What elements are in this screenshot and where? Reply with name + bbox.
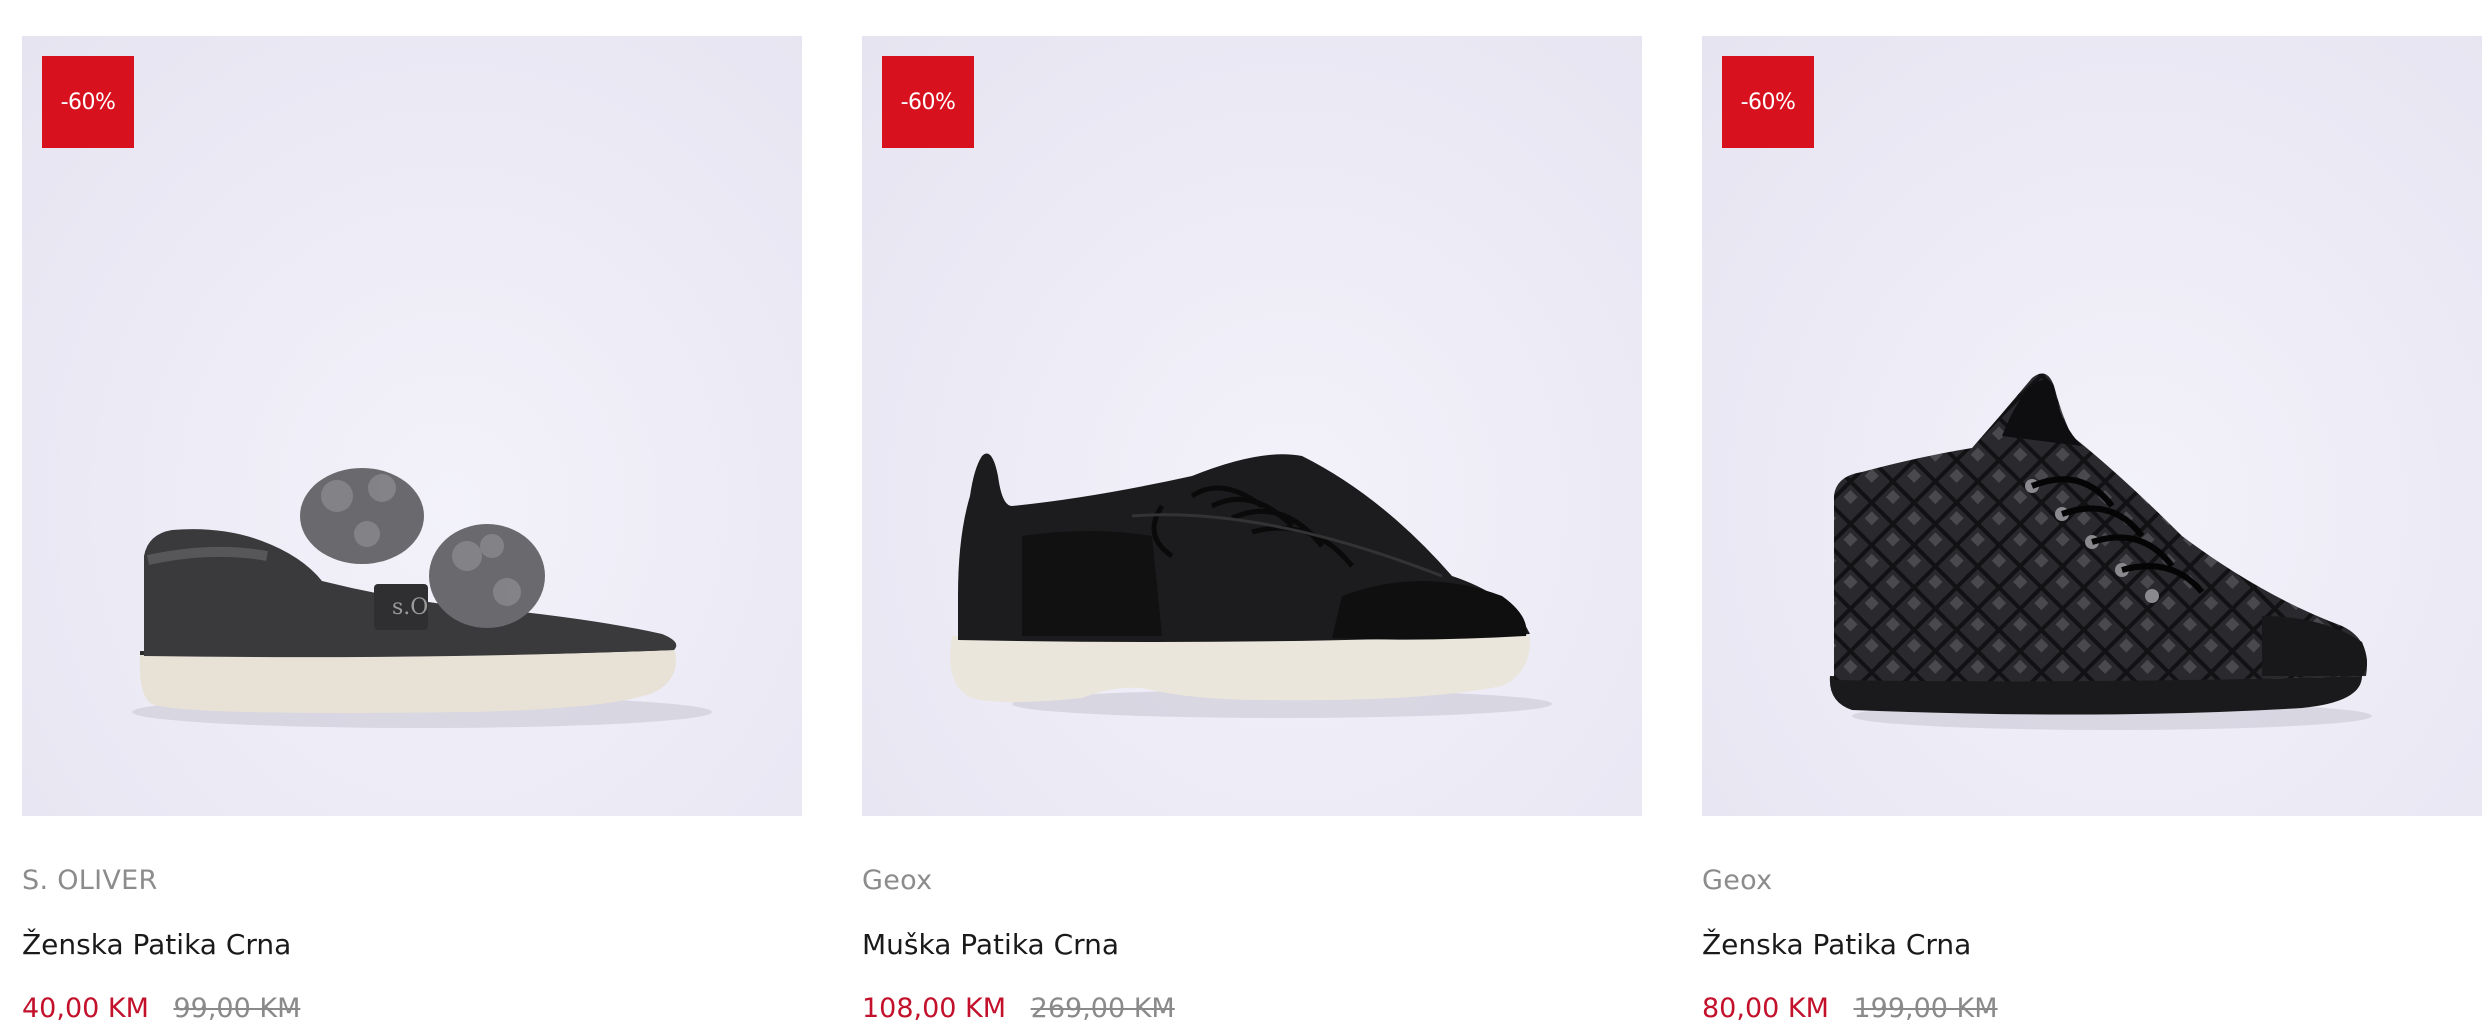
price-row: 108,00 KM 269,00 KM <box>862 992 1642 1026</box>
product-brand: S. OLIVER <box>22 865 158 896</box>
original-price: 199,00 KM <box>1853 993 1998 1024</box>
product-name[interactable]: Ženska Patika Crna <box>22 928 802 962</box>
sale-price: 40,00 KM <box>22 993 149 1024</box>
original-price: 269,00 KM <box>1030 993 1175 1024</box>
product-brand: Geox <box>1702 865 1773 896</box>
discount-badge: -60% <box>1722 56 1814 148</box>
product-image[interactable]: -60% <box>1702 36 2482 816</box>
original-price: 99,00 KM <box>173 993 301 1024</box>
price-row: 80,00 KM 199,00 KM <box>1702 992 2482 1026</box>
product-card[interactable]: -60% Geox Ženska Patika Crna 80,00 KM 19… <box>1702 36 2482 1026</box>
product-brand: Geox <box>862 865 933 896</box>
product-image[interactable]: s.O -60% <box>22 36 802 816</box>
price-row: 40,00 KM 99,00 KM <box>22 992 802 1026</box>
product-image[interactable]: -60% <box>862 36 1642 816</box>
sale-price: 80,00 KM <box>1702 993 1829 1024</box>
product-grid: s.O -60% S. OLIVER Ženska Patika Crna 40… <box>0 0 2492 1032</box>
product-card[interactable]: s.O -60% S. OLIVER Ženska Patika Crna 40… <box>22 36 802 1026</box>
svg-text:s.O: s.O <box>392 595 428 620</box>
product-card[interactable]: -60% Geox Muška Patika Crna 108,00 KM 26… <box>862 36 1642 1026</box>
product-name[interactable]: Ženska Patika Crna <box>1702 928 2482 962</box>
discount-badge: -60% <box>882 56 974 148</box>
fur-strap-sneaker-image: s.O <box>132 468 712 728</box>
lace-up-sneaker-image <box>950 453 1552 718</box>
quilted-high-top-sneaker-image <box>1829 373 2372 730</box>
discount-badge: -60% <box>42 56 134 148</box>
sale-price: 108,00 KM <box>862 993 1007 1024</box>
product-name[interactable]: Muška Patika Crna <box>862 928 1642 962</box>
